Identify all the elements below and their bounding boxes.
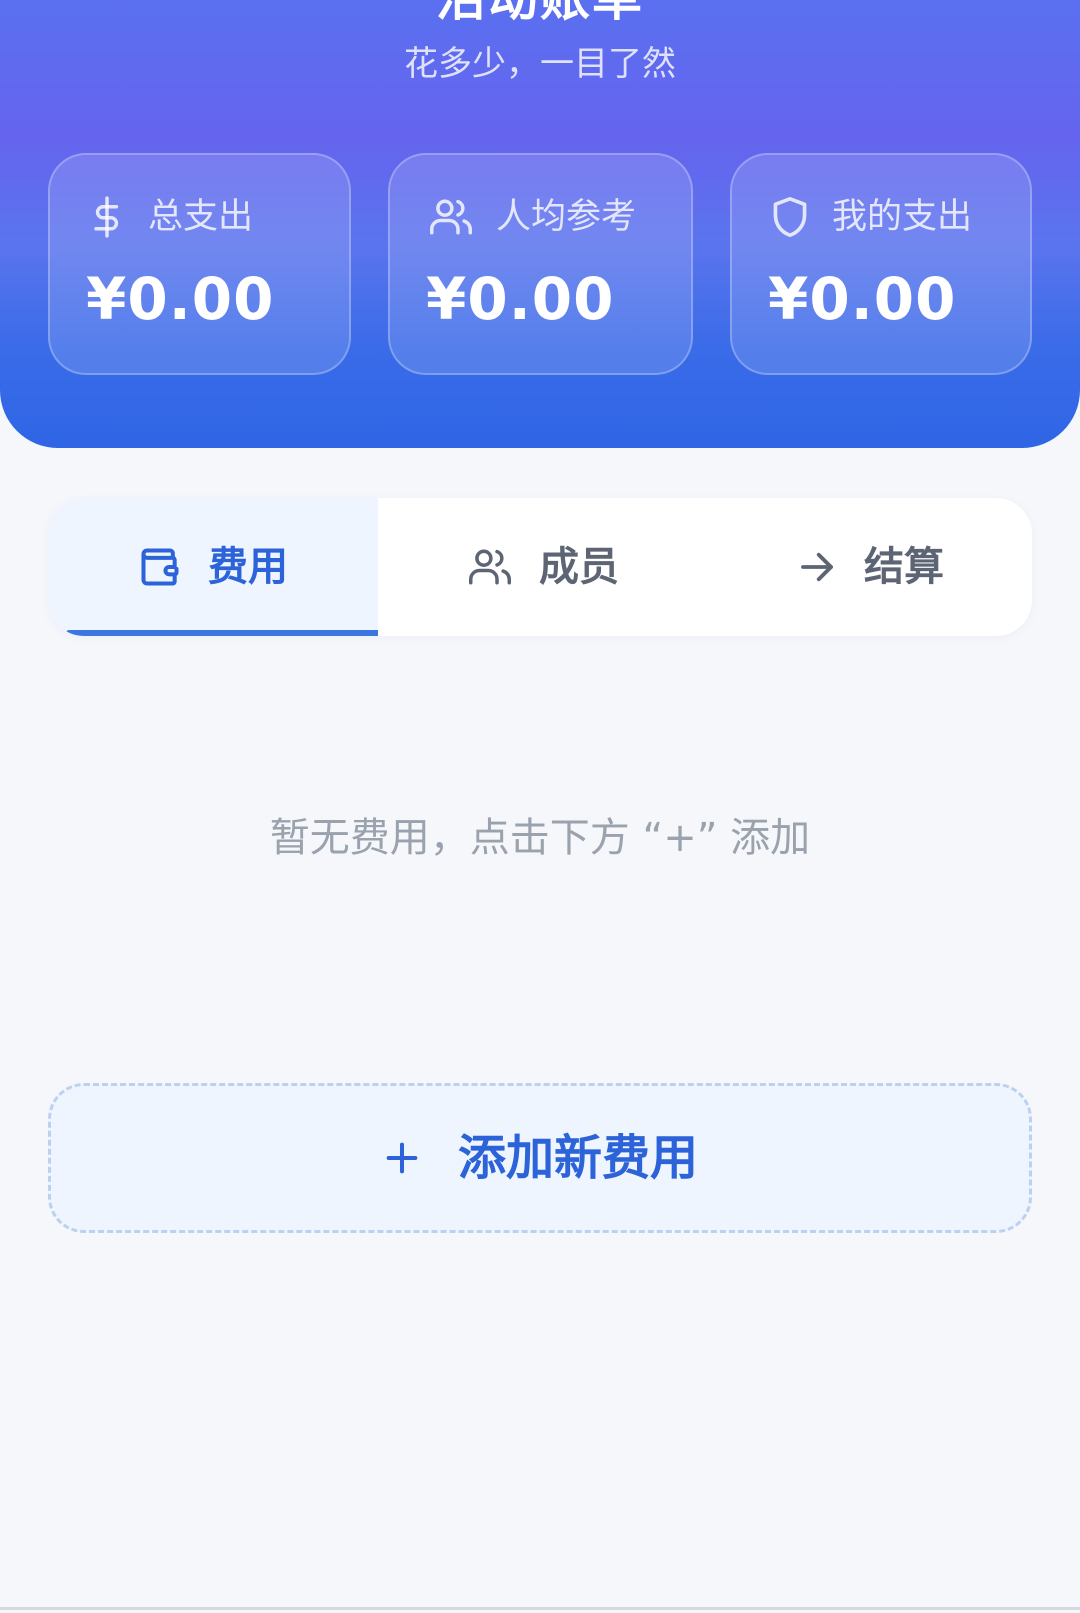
empty-state-message: 暂无费用，点击下方 “+” 添加 [269,815,811,861]
stat-label-row: 我的支出 [770,193,972,241]
header: 活动账单 花多少，一目了然 总支出 ¥0.00 人均 [0,0,1080,448]
page-subtitle: 花多少，一目了然 [404,44,676,84]
stat-card-mine: 我的支出 ¥0.00 [730,153,1032,375]
page-title: 活动账单 [0,0,1080,26]
tab-settlement[interactable]: 结算 [708,498,1032,636]
stat-card-average: 人均参考 ¥0.00 [388,153,693,375]
stat-label-row: 人均参考 [428,193,636,241]
tab-label: 费用 [208,544,288,590]
stat-label: 人均参考 [496,197,637,237]
tab-label: 成员 [539,544,619,590]
stat-value: ¥0.00 [426,265,615,333]
stat-label-row: 总支出 [88,193,253,241]
add-button-label: 添加新费用 [457,1130,698,1186]
stat-label: 我的支出 [832,197,973,237]
tab-bar: 费用 成员 结算 [48,498,1032,636]
stat-label: 总支出 [148,197,254,237]
stat-value: ¥0.00 [768,265,957,333]
plus-icon [382,1138,422,1178]
stat-card-total: 总支出 ¥0.00 [48,153,351,375]
dollar-icon [88,195,126,239]
tab-expenses[interactable]: 费用 [48,498,378,636]
add-expense-button[interactable]: 添加新费用 [48,1083,1032,1233]
users-icon [467,546,513,588]
shield-icon [770,195,810,239]
wallet-icon [138,545,182,589]
stat-value: ¥0.00 [86,265,275,333]
bottom-divider [0,1607,1080,1610]
tab-members[interactable]: 成员 [378,498,708,636]
arrow-right-icon [796,546,838,588]
tab-label: 结算 [864,544,944,590]
users-icon [428,196,474,238]
